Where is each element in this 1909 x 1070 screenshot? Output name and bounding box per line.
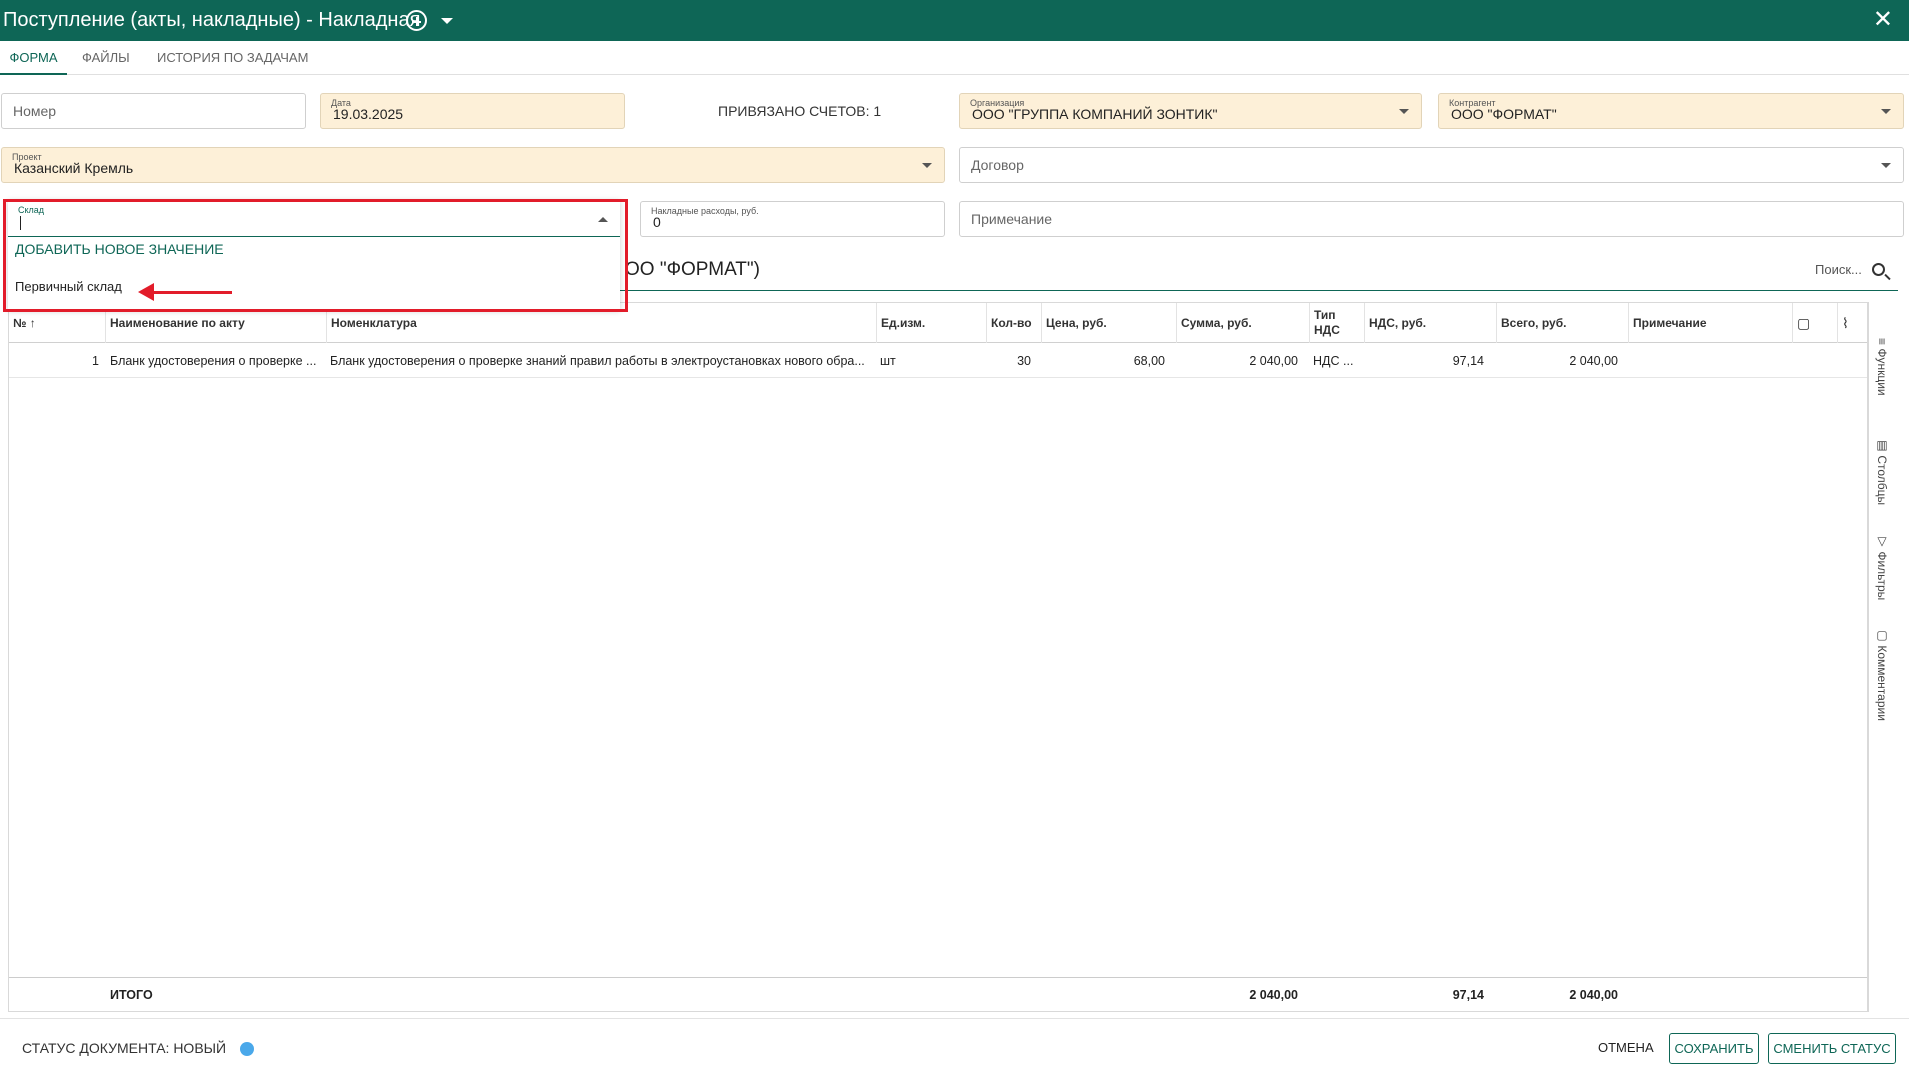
number-placeholder: Номер [13, 103, 57, 119]
header-note[interactable]: Примечание [1628, 303, 1792, 343]
sort-arrow-up-icon[interactable]: ↑ [30, 316, 36, 330]
contractor-select[interactable]: Контрагент ООО "ФОРМАТ" [1438, 93, 1904, 129]
chevron-down-icon[interactable] [922, 163, 932, 168]
cell-price: 68,00 [1133, 354, 1165, 368]
search-icon[interactable] [1872, 263, 1885, 276]
cell-vat: 97,14 [1452, 354, 1484, 368]
side-panel: ≡ Функции ▥ Столбцы ▽ Фильтры ▢ Коммента… [1868, 302, 1898, 1012]
columns-icon: ▥ [1875, 438, 1889, 456]
menu-icon: ≡ [1875, 338, 1889, 349]
search-input[interactable]: Поиск... [1815, 262, 1862, 277]
number-field[interactable]: Номер [1, 93, 306, 129]
cell-note [1632, 344, 1788, 378]
document-status: СТАТУС ДОКУМЕНТА: НОВЫЙ [22, 1040, 227, 1056]
chevron-down-icon[interactable] [1399, 109, 1409, 114]
section-title: ОО "ФОРМАТ") [625, 259, 760, 280]
cancel-button[interactable]: ОТМЕНА [1598, 1040, 1654, 1055]
title-bar: Поступление (акты, накладные) - Накладна… [0, 0, 1909, 41]
linked-accounts: ПРИВЯЗАНО СЧЕТОВ: 1 [718, 103, 882, 119]
totals-total: 2 040,00 [1569, 988, 1618, 1002]
chevron-down-icon[interactable] [1881, 163, 1891, 168]
side-tab-columns[interactable]: ▥ Столбцы [1875, 438, 1889, 505]
save-button[interactable]: СОХРАНИТЬ [1669, 1033, 1759, 1064]
cell-vat-type: НДС ... [1313, 354, 1354, 368]
items-table: № ↑ Наименование по акту Номенклатура Ед… [8, 302, 1868, 1012]
cell-qty: 30 [1017, 354, 1031, 368]
date-field[interactable]: Дата 19.03.2025 [320, 93, 625, 129]
side-tab-functions[interactable]: ≡ Функции [1875, 338, 1889, 396]
header-vat-type[interactable]: Тип НДС [1309, 303, 1364, 343]
note-field[interactable]: Примечание [959, 201, 1904, 237]
overhead-field[interactable]: Накладные расходы, руб. 0 [640, 201, 945, 237]
chevron-down-icon[interactable] [1881, 109, 1891, 114]
status-dot-icon [240, 1042, 254, 1056]
overhead-value: 0 [653, 214, 661, 230]
paperclip-icon[interactable]: ⌇ [1837, 303, 1869, 343]
overhead-label: Накладные расходы, руб. [651, 206, 759, 216]
chevron-down-icon[interactable] [441, 18, 453, 24]
project-value: Казанский Кремль [14, 160, 134, 176]
annotation-highlight-box [3, 199, 628, 312]
annotation-arrow-line [150, 291, 232, 294]
tab-bar: ФОРМА ФАЙЛЫ ИСТОРИЯ ПО ЗАДАЧАМ [0, 41, 1909, 75]
contract-placeholder: Договор [971, 157, 1024, 173]
filter-icon: ▽ [1875, 534, 1889, 552]
header-unit[interactable]: Ед.изм. [876, 303, 986, 343]
cell-nomenclature: Бланк удостоверения о проверке знаний пр… [330, 354, 865, 368]
side-tab-filters[interactable]: ▽ Фильтры [1875, 534, 1889, 600]
totals-sum: 2 040,00 [1249, 988, 1298, 1002]
totals-vat: 97,14 [1452, 988, 1484, 1002]
change-status-button[interactable]: СМЕНИТЬ СТАТУС [1768, 1033, 1896, 1064]
date-value: 19.03.2025 [333, 106, 404, 122]
side-tab-comments[interactable]: ▢ Комментарии [1875, 628, 1889, 721]
contractor-value: ООО "ФОРМАТ" [1451, 106, 1557, 122]
note-placeholder: Примечание [971, 211, 1053, 227]
footer: СТАТУС ДОКУМЕНТА: НОВЫЙ ОТМЕНА СОХРАНИТЬ… [0, 1018, 1909, 1070]
header-total[interactable]: Всего, руб. [1496, 303, 1628, 343]
organization-value: ООО "ГРУППА КОМПАНИЙ ЗОНТИК" [972, 106, 1218, 122]
tab-task-history[interactable]: ИСТОРИЯ ПО ЗАДАЧАМ [157, 41, 308, 75]
project-select[interactable]: Проект Казанский Кремль [1, 147, 945, 183]
add-circle-icon[interactable] [406, 10, 427, 31]
cell-unit: шт [880, 354, 896, 368]
comment-icon: ▢ [1875, 628, 1889, 646]
table-row[interactable]: 1 Бланк удостоверения о проверке ... Бла… [9, 344, 1867, 378]
cell-total: 2 040,00 [1569, 354, 1618, 368]
header-sum[interactable]: Сумма, руб. [1176, 303, 1309, 343]
tab-form[interactable]: ФОРМА [0, 41, 67, 75]
totals-label: ИТОГО [110, 988, 153, 1002]
organization-select[interactable]: Организация ООО "ГРУППА КОМПАНИЙ ЗОНТИК" [959, 93, 1422, 129]
contract-select[interactable]: Договор [959, 147, 1904, 183]
tab-files[interactable]: ФАЙЛЫ [82, 41, 130, 75]
header-price[interactable]: Цена, руб. [1041, 303, 1176, 343]
comment-icon[interactable]: ▢ [1792, 303, 1837, 343]
header-vat[interactable]: НДС, руб. [1364, 303, 1496, 343]
cell-act-name: Бланк удостоверения о проверке ... [110, 354, 317, 368]
close-icon[interactable]: ✕ [1873, 8, 1893, 32]
cell-num: 1 [92, 354, 99, 368]
window-title: Поступление (акты, накладные) - Накладна… [3, 9, 421, 31]
cell-sum: 2 040,00 [1249, 354, 1298, 368]
header-qty[interactable]: Кол-во [986, 303, 1041, 343]
totals-row: ИТОГО 2 040,00 97,14 2 040,00 [9, 977, 1867, 1011]
